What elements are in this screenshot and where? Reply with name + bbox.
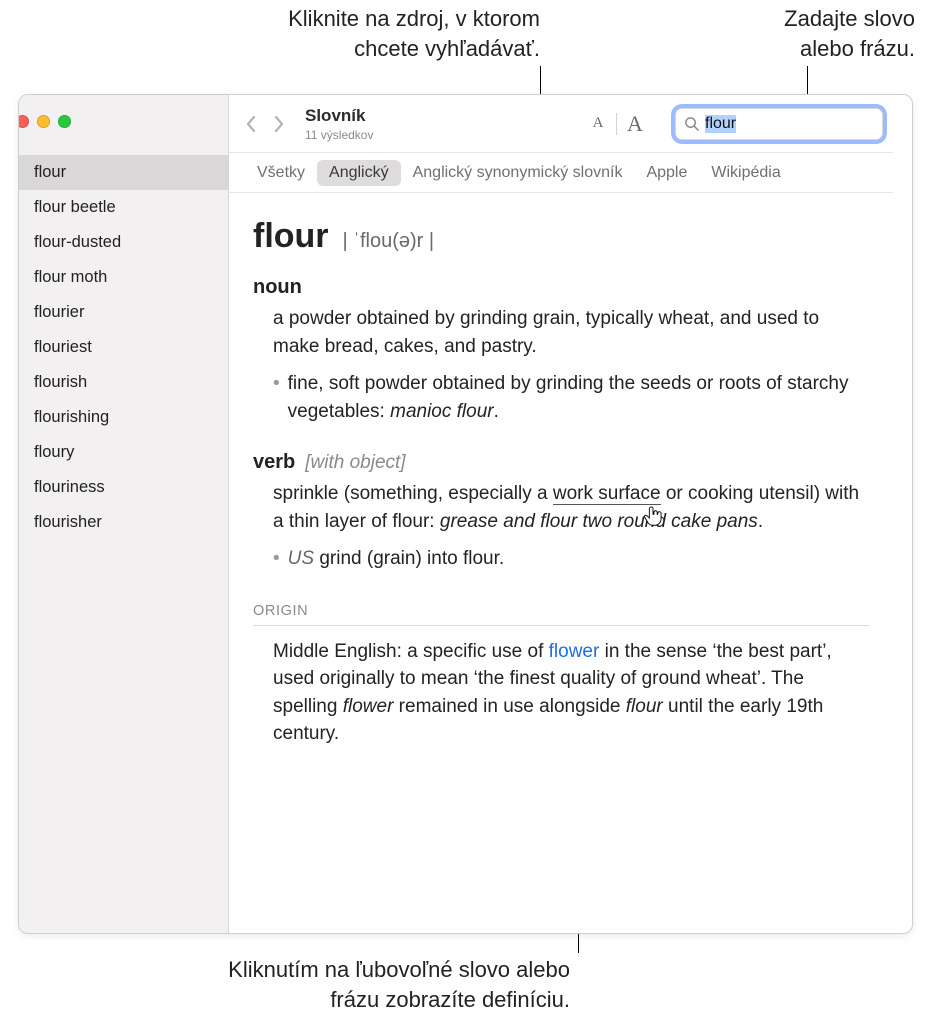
window-title: Slovník xyxy=(305,106,373,126)
callout-source: Kliknite na zdroj, v ktorom chcete vyhľa… xyxy=(150,4,540,63)
sidebar: flourflour beetleflour-dustedflour mothf… xyxy=(18,95,229,933)
dictionary-window: flourflour beetleflour-dustedflour mothf… xyxy=(18,94,913,934)
example-text: manioc flour xyxy=(390,401,494,422)
headword[interactable]: flour xyxy=(253,217,329,256)
pronunciation: | ˈflou(ə)r | xyxy=(343,230,435,253)
region-label: US xyxy=(288,548,320,569)
sub-sense[interactable]: fine, soft powder obtained by grinding t… xyxy=(273,370,869,425)
font-size-controls: A A xyxy=(580,109,653,139)
forward-button[interactable] xyxy=(267,109,291,139)
sidebar-item[interactable]: flouriness xyxy=(18,470,228,505)
fullscreen-button[interactable] xyxy=(58,115,71,128)
chevron-right-icon xyxy=(273,115,285,133)
callout-text: Kliknite na zdroj, v ktorom chcete vyhľa… xyxy=(150,4,540,63)
callout-text: Kliknutím na ľubovoľné slovo alebo frázu… xyxy=(90,955,570,1014)
minimize-button[interactable] xyxy=(37,115,50,128)
origin-link-flower[interactable]: flower xyxy=(549,641,600,662)
sense-text: sprinkle (something, especially a xyxy=(273,483,553,504)
linked-phrase-work-surface[interactable]: work surface xyxy=(553,483,661,505)
search-field[interactable] xyxy=(675,108,883,140)
sidebar-item[interactable]: flour beetle xyxy=(18,190,228,225)
sense-text: . xyxy=(758,511,763,532)
source-tab[interactable]: Všetky xyxy=(245,160,317,186)
origin-text[interactable]: Middle English: a specific use of flower… xyxy=(273,638,869,748)
main-pane: Slovník 11 výsledkov A A VšetkyAnglickýA… xyxy=(229,95,893,933)
source-tab[interactable]: Apple xyxy=(634,160,699,186)
close-button[interactable] xyxy=(18,115,29,128)
sidebar-item[interactable]: flouriest xyxy=(18,330,228,365)
sidebar-item[interactable]: flour moth xyxy=(18,260,228,295)
origin-header: ORIGIN xyxy=(253,603,869,626)
chevron-left-icon xyxy=(245,115,257,133)
sidebar-item[interactable]: flourishing xyxy=(18,400,228,435)
sidebar-item[interactable]: flourisher xyxy=(18,505,228,540)
results-list: flourflour beetleflour-dustedflour mothf… xyxy=(18,147,228,540)
window-controls xyxy=(18,95,228,147)
search-input[interactable] xyxy=(705,115,912,133)
sidebar-item[interactable]: flour xyxy=(18,155,228,190)
callout-definition-click: Kliknutím na ľubovoľné slovo alebo frázu… xyxy=(90,955,570,1014)
window-title-block: Slovník 11 výsledkov xyxy=(305,106,373,142)
origin-segment: Middle English: a specific use of xyxy=(273,641,549,662)
toolbar: Slovník 11 výsledkov A A xyxy=(229,95,893,153)
search-icon xyxy=(684,116,699,131)
definition-sense[interactable]: a powder obtained by grinding grain, typ… xyxy=(273,305,869,360)
source-tab[interactable]: Anglický synonymický slovník xyxy=(401,160,635,186)
source-tab[interactable]: Anglický xyxy=(317,160,401,186)
pos-qualifier: [with object] xyxy=(305,452,405,474)
sidebar-item[interactable]: flourier xyxy=(18,295,228,330)
back-button[interactable] xyxy=(239,109,263,139)
sub-sense[interactable]: US grind (grain) into flour. xyxy=(273,545,869,573)
origin-italic: flour xyxy=(626,696,663,717)
origin-segment: remained in use alongside xyxy=(393,696,625,717)
font-decrease-button[interactable]: A xyxy=(580,109,616,139)
origin-italic: flower xyxy=(343,696,394,717)
result-count: 11 výsledkov xyxy=(305,128,373,142)
callout-search: Zadajte slovo alebo frázu. xyxy=(690,4,915,63)
sub-text: grind (grain) into flour. xyxy=(319,548,504,569)
part-of-speech: noun xyxy=(253,276,302,299)
part-of-speech: verb xyxy=(253,451,295,474)
source-tabs: VšetkyAnglickýAnglický synonymický slovn… xyxy=(229,153,893,193)
sub-tail: . xyxy=(494,401,499,422)
definition-sense[interactable]: sprinkle (something, especially a work s… xyxy=(273,480,869,535)
definition-content: flour | ˈflou(ə)r | noun a powder obtain… xyxy=(229,193,893,933)
sidebar-item[interactable]: flourish xyxy=(18,365,228,400)
font-increase-button[interactable]: A xyxy=(617,109,653,139)
sidebar-item[interactable]: flour-dusted xyxy=(18,225,228,260)
callout-text: Zadajte slovo alebo frázu. xyxy=(690,4,915,63)
source-tab[interactable]: Wikipédia xyxy=(699,160,792,186)
example-text: grease and flour two round cake pans xyxy=(440,511,758,532)
sub-text: fine, soft powder obtained by grinding t… xyxy=(288,373,849,422)
sidebar-item[interactable]: floury xyxy=(18,435,228,470)
